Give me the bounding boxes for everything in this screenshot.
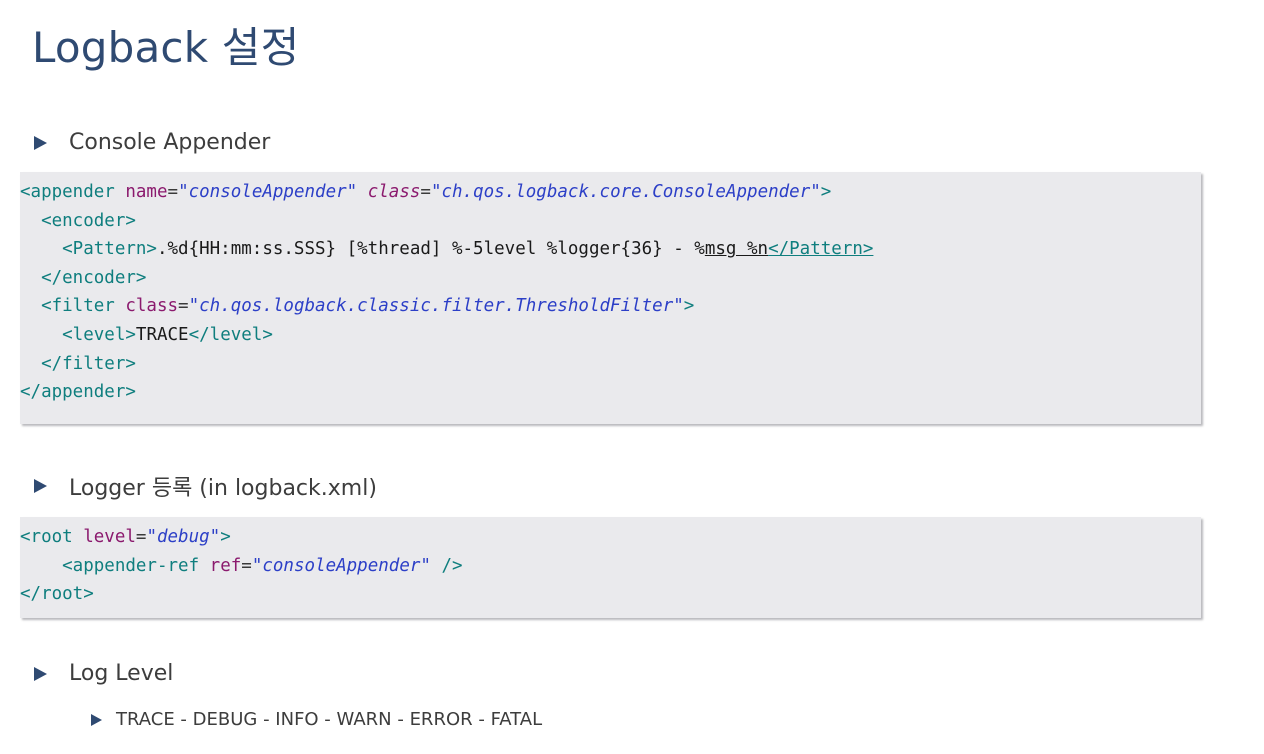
- code-line: <appender name="consoleAppender" class="…: [20, 182, 832, 202]
- bullet-logger-register: Logger 등록 (in logback.xml): [34, 470, 377, 502]
- code-line: </filter>: [20, 353, 136, 374]
- bullet-label: Console Appender: [69, 130, 271, 155]
- bullet-log-level: Log Level: [34, 661, 173, 686]
- code-block-console-appender: <appender name="consoleAppender" class="…: [20, 172, 1201, 424]
- code-block-logger-register: <root level="debug"> <appender-ref ref="…: [20, 517, 1201, 618]
- bullet-console-appender: Console Appender: [34, 130, 270, 155]
- bullet-arrow-icon: [91, 713, 102, 726]
- bullet-label: Logger 등록 (in logback.xml): [69, 476, 377, 501]
- code-line: <root level="debug">: [20, 527, 231, 547]
- code-line: <Pattern>.%d{HH:mm:ss.SSS} [%thread] %-5…: [20, 239, 874, 260]
- code-line: <level>TRACE</level>: [20, 324, 273, 345]
- bullet-arrow-icon: [34, 135, 47, 150]
- code-line: <encoder>: [20, 210, 136, 231]
- code-line: <filter class="ch.qos.logback.classic.fi…: [20, 296, 695, 317]
- page-title: Logback 설정: [32, 23, 300, 72]
- code-line: </root>: [20, 584, 94, 605]
- code-line: </encoder>: [20, 267, 147, 288]
- code-line: </appender>: [20, 382, 136, 403]
- bullet-arrow-icon: [34, 479, 47, 493]
- code-line: <appender-ref ref="consoleAppender" />: [20, 555, 463, 576]
- bullet-label: TRACE - DEBUG - INFO - WARN - ERROR - FA…: [116, 709, 543, 730]
- bullet-log-level-order: TRACE - DEBUG - INFO - WARN - ERROR - FA…: [91, 709, 542, 730]
- bullet-label: Log Level: [69, 661, 174, 686]
- bullet-arrow-icon: [34, 666, 47, 681]
